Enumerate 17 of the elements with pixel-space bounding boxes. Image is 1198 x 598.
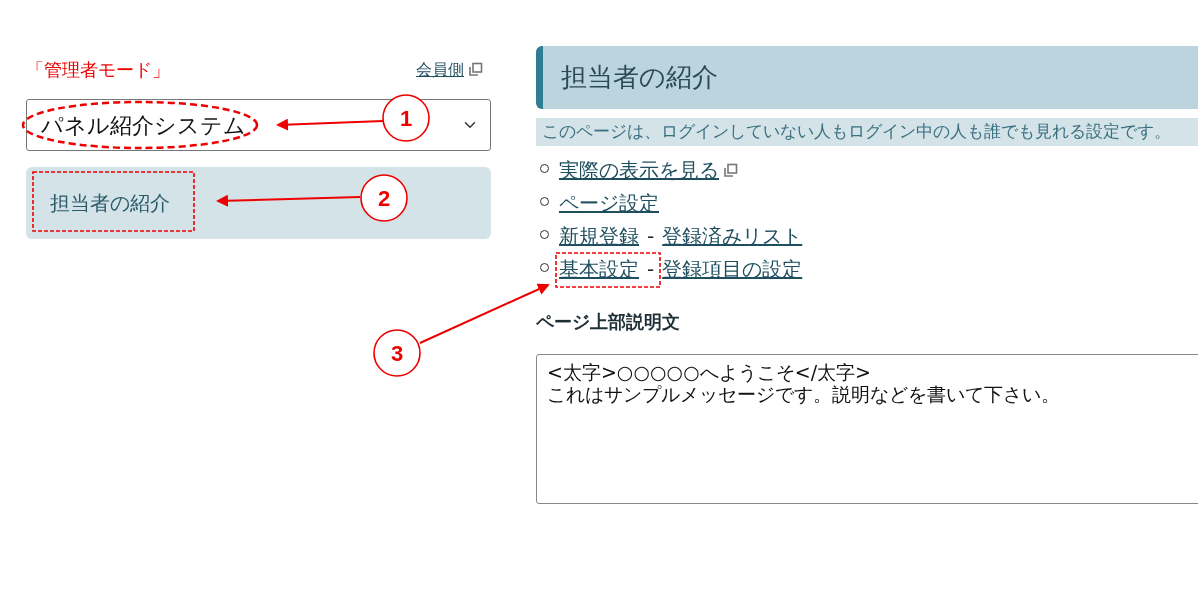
page-link[interactable]: 実際の表示を見る [559, 153, 719, 187]
page-link[interactable]: 基本設定 [559, 252, 639, 286]
field-label: ページ上部説明文 [536, 309, 681, 334]
number-callout: 2 [360, 174, 408, 222]
notice-text: このページは、ログインしていない人もログイン中の人も誰でも見れる設定です。 [536, 118, 1198, 146]
page-title: 担当者の紹介 [536, 46, 1198, 109]
number-callout: 1 [382, 94, 430, 142]
separator: - [647, 222, 655, 250]
number-callout: 3 [373, 329, 421, 377]
member-side-link[interactable]: 会員側 [416, 57, 464, 82]
page-link[interactable]: 登録済みリスト [662, 219, 803, 253]
page-link[interactable]: 登録項目の設定 [662, 252, 803, 286]
page-link[interactable]: 新規登録 [559, 219, 639, 253]
mode-label: 「管理者モード」 [26, 58, 170, 82]
separator: - [647, 255, 655, 283]
description-field[interactable]: <太字>○○○○○へようこそ</太字> これはサンプルメッセージです。説明などを書いて下さい。 [536, 353, 1198, 504]
page-link[interactable]: ページ設定 [559, 186, 659, 220]
